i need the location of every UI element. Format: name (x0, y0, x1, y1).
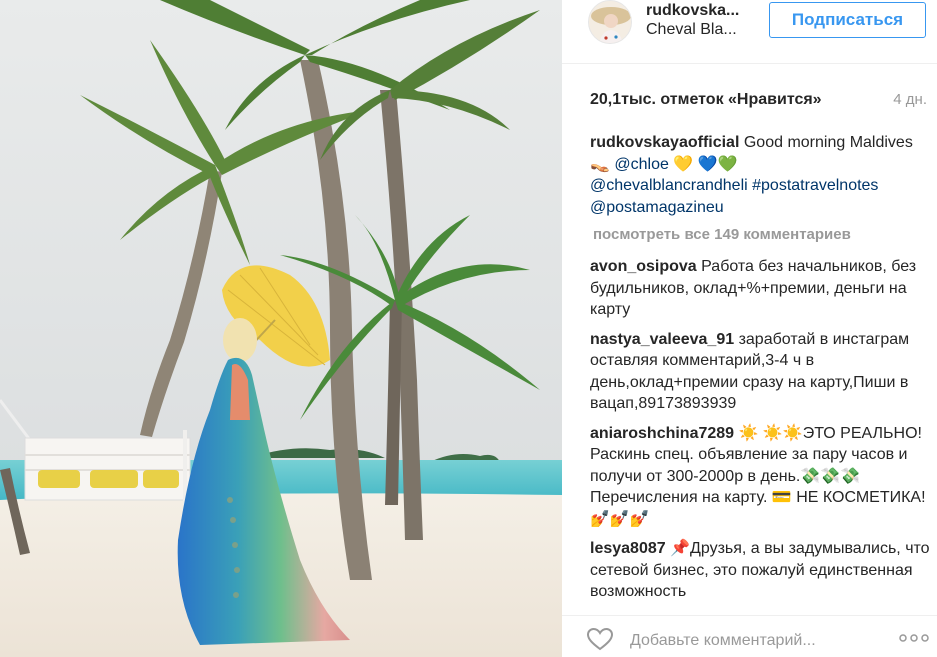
comment-author[interactable]: lesya8087 (590, 540, 666, 557)
comments-list[interactable]: rudkovskayaofficial Good morning Maldive… (590, 132, 930, 602)
post-time[interactable]: 4 дн. (893, 91, 927, 108)
comment-author[interactable]: nastya_valeeva_91 (590, 331, 734, 348)
comment-item: lesya8087 📌Друзья, а вы задумывались, чт… (590, 538, 930, 602)
more-options-icon[interactable] (898, 632, 930, 644)
avatar[interactable] (588, 0, 632, 44)
location[interactable]: Cheval Bla... (646, 21, 737, 39)
comment-author[interactable]: rudkovskayaofficial (590, 134, 739, 151)
mention-link[interactable]: @chloe (614, 156, 669, 173)
comment-author[interactable]: aniaroshchina7289 (590, 425, 734, 442)
post-footer: Добавьте комментарий... (562, 615, 937, 657)
likes-count[interactable]: 20,1тыс. отметок «Нравится» (590, 91, 822, 109)
post-photo[interactable] (0, 0, 562, 657)
caption: rudkovskayaofficial Good morning Maldive… (590, 132, 930, 218)
mention-link[interactable]: @postamagazineu (590, 199, 724, 216)
comment-item: aniaroshchina7289 ☀️ ☀️☀️ЭТО РЕАЛЬНО! Ра… (590, 423, 930, 531)
follow-button[interactable]: Подписаться (769, 2, 926, 38)
view-all-comments-link[interactable]: посмотреть все 149 комментариев (593, 226, 930, 244)
caption-text: 💛 💙💚 (668, 155, 738, 173)
post-details-panel: rudkovska... Cheval Bla... Подписаться 2… (562, 0, 937, 657)
likes-row: 20,1тыс. отметок «Нравится» 4 дн. (562, 64, 937, 120)
heart-icon[interactable] (586, 627, 614, 651)
comment-author[interactable]: avon_osipova (590, 258, 697, 275)
comment-item: nastya_valeeva_91 заработай в инстаграм … (590, 329, 930, 415)
comment-item: avon_osipova Работа без начальников, без… (590, 256, 930, 321)
username[interactable]: rudkovska... (646, 2, 739, 20)
post-header: rudkovska... Cheval Bla... Подписаться (562, 0, 937, 64)
mention-link[interactable]: @chevalblancrandheli (590, 177, 748, 194)
hashtag-link[interactable]: #postatravelnotes (752, 177, 878, 194)
add-comment-input[interactable]: Добавьте комментарий... (630, 632, 816, 650)
